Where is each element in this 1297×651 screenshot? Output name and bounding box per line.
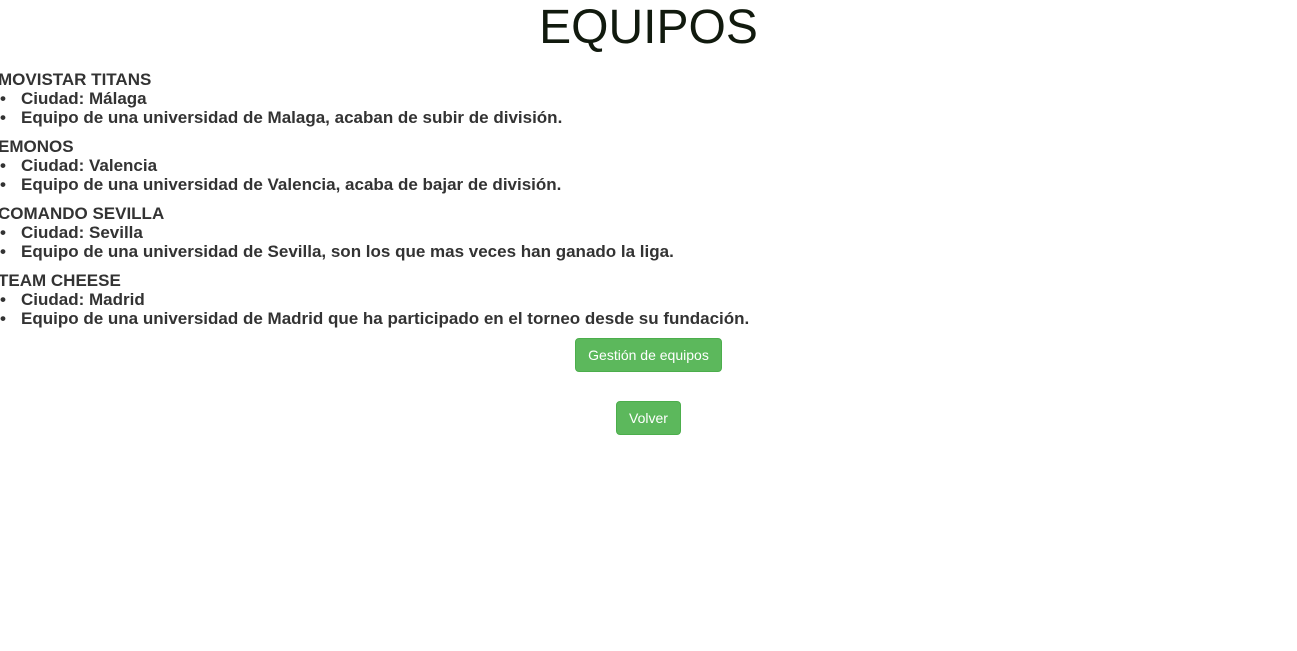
back-button[interactable]: Volver — [616, 401, 681, 435]
team-city-text: Ciudad: Sevilla — [21, 223, 143, 242]
page: EQUIPOS MOVISTAR TITANS • Ciudad: Málaga … — [0, 0, 1297, 651]
bullet: • — [0, 156, 6, 175]
bullet: • — [0, 290, 6, 309]
team-city-text: Ciudad: Málaga — [21, 89, 147, 108]
bullet: • — [0, 242, 6, 261]
team-city-text: Ciudad: Madrid — [21, 290, 145, 309]
team-description: • Equipo de una universidad de Valencia, … — [0, 175, 1297, 194]
bullet: • — [0, 309, 6, 328]
manage-teams-button[interactable]: Gestión de equipos — [575, 338, 722, 372]
team-item: MOVISTAR TITANS • Ciudad: Málaga • Equipo … — [0, 70, 1297, 127]
team-details: • Ciudad: Valencia • Equipo de una univers… — [0, 156, 1297, 194]
team-city-text: Ciudad: Valencia — [21, 156, 158, 175]
bullet: • — [0, 175, 6, 194]
team-city: • Ciudad: Málaga — [0, 89, 1297, 108]
team-item: EMONOS • Ciudad: Valencia • Equipo de una … — [0, 137, 1297, 194]
team-name: EMONOS — [0, 137, 74, 156]
team-name: MOVISTAR TITANS — [0, 70, 152, 89]
team-description: • Equipo de una universidad de Madrid que… — [0, 309, 1297, 328]
team-description: • Equipo de una universidad de Malaga, ac… — [0, 108, 1297, 127]
team-details: • Ciudad: Sevilla • Equipo de una universi… — [0, 223, 1297, 261]
page-title: EQUIPOS — [539, 1, 758, 54]
team-city: • Ciudad: Sevilla — [0, 223, 1297, 242]
team-item: TEAM CHEESE • Ciudad: Madrid • Equipo de u… — [0, 271, 1297, 328]
team-description-text: Equipo de una universidad de Sevilla, so… — [21, 242, 674, 261]
team-description: • Equipo de una universidad de Sevilla, s… — [0, 242, 1297, 261]
team-list: MOVISTAR TITANS • Ciudad: Málaga • Equipo … — [0, 70, 1297, 328]
team-name: TEAM CHEESE — [0, 271, 121, 290]
bullet: • — [0, 89, 6, 108]
button-group: Gestión de equipos Volver — [0, 338, 1297, 464]
team-description-text: Equipo de una universidad de Malaga, aca… — [21, 108, 563, 127]
team-details: • Ciudad: Madrid • Equipo de una universid… — [0, 290, 1297, 328]
bullet: • — [0, 223, 6, 242]
manage-row: Gestión de equipos — [0, 338, 1297, 401]
team-description-text: Equipo de una universidad de Madrid que … — [21, 309, 750, 328]
team-city: • Ciudad: Valencia — [0, 156, 1297, 175]
team-city: • Ciudad: Madrid — [0, 290, 1297, 309]
team-description-text: Equipo de una universidad de Valencia, a… — [21, 175, 562, 194]
team-details: • Ciudad: Málaga • Equipo de una universid… — [0, 89, 1297, 127]
back-row: Volver — [0, 401, 1297, 464]
team-item: COMANDO SEVILLA • Ciudad: Sevilla • Equipo… — [0, 204, 1297, 261]
bullet: • — [0, 108, 6, 127]
team-name: COMANDO SEVILLA — [0, 204, 165, 223]
